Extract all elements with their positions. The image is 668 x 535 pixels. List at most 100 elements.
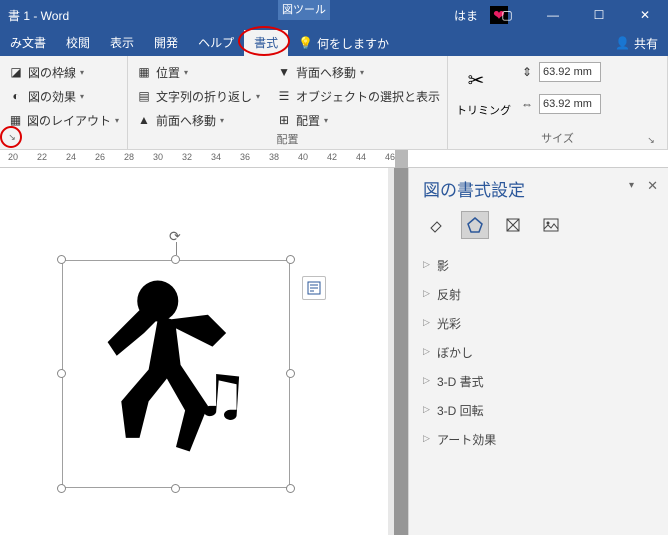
pentagon-icon [466, 216, 484, 234]
layout-options-icon [306, 280, 322, 296]
send-backward-button[interactable]: ▼ 背面へ移動 ▾ [276, 60, 440, 84]
effects-tab[interactable] [461, 211, 489, 239]
position-button[interactable]: ▦ 位置 ▾ [136, 60, 260, 84]
layout-props-tab[interactable] [499, 211, 527, 239]
rotate-handle[interactable]: ⟳ [169, 228, 183, 242]
selection-icon: ☰ [276, 88, 292, 104]
ruler-tick: 40 [298, 152, 308, 162]
pane-section[interactable]: 光彩 [423, 309, 654, 338]
picture-border-button[interactable]: ◪ 図の枠線 ▾ [8, 60, 119, 84]
pane-section[interactable]: 影 [423, 251, 654, 280]
chevron-down-icon: ▾ [80, 68, 84, 77]
minimize-button[interactable]: — [530, 0, 576, 30]
width-input[interactable]: 63.92 mm [539, 94, 601, 114]
chevron-down-icon: ▾ [115, 116, 119, 125]
effects-icon: ◐ [8, 88, 24, 104]
crop-button[interactable]: ✂ [456, 60, 496, 100]
tab-review[interactable]: 校閲 [56, 30, 100, 56]
pane-options-button[interactable]: ▾ [629, 180, 634, 191]
tab-mailings[interactable]: み文書 [0, 30, 56, 56]
picture-tab[interactable] [537, 211, 565, 239]
resize-handle-bl[interactable] [57, 484, 66, 493]
ruler-margin [395, 150, 408, 168]
page-shadow [388, 168, 394, 535]
backward-icon: ▼ [276, 64, 292, 80]
styles-dialog-launcher[interactable]: ↘ [6, 131, 18, 143]
tab-format[interactable]: 書式 [244, 30, 288, 56]
user-name: はま [454, 7, 478, 24]
tab-help[interactable]: ヘルプ [188, 30, 244, 56]
align-button[interactable]: ⊞ 配置 ▾ [276, 108, 440, 132]
layout-options-button[interactable] [302, 276, 326, 300]
crop-icon: ✂ [468, 68, 485, 93]
pane-section[interactable]: 3-D 回転 [423, 396, 654, 425]
pane-section[interactable]: 3-D 書式 [423, 367, 654, 396]
ruler-tick: 38 [269, 152, 279, 162]
horizontal-ruler[interactable]: 2022242628303234363840424446 [0, 150, 668, 168]
ruler-tick: 42 [327, 152, 337, 162]
size-icon [504, 216, 522, 234]
document-title: 書 1 - Word [8, 7, 69, 24]
forward-icon: ▲ [136, 112, 152, 128]
picture-icon [542, 216, 560, 234]
resize-handle-tr[interactable] [286, 255, 295, 264]
fill-line-tab[interactable] [423, 211, 451, 239]
bring-forward-button[interactable]: ▲ 前面へ移動 ▾ [136, 108, 260, 132]
share-button[interactable]: 👤 共有 [615, 35, 658, 52]
arrange-group-label: 配置 [136, 132, 439, 148]
tab-view[interactable]: 表示 [100, 30, 144, 56]
tell-me[interactable]: 💡 何をしますか [298, 35, 389, 52]
ruler-tick: 32 [182, 152, 192, 162]
position-label: 位置 [156, 64, 180, 81]
menu-bar: み文書 校閲 表示 開発 ヘルプ 書式 💡 何をしますか 👤 共有 [0, 30, 668, 56]
resize-handle-b[interactable] [171, 484, 180, 493]
document-canvas[interactable]: ⟳ [0, 168, 408, 535]
selected-image[interactable]: ⟳ [62, 260, 290, 488]
forward-label: 前面へ移動 [156, 112, 216, 129]
tab-developer[interactable]: 開発 [144, 30, 188, 56]
pane-title: 図の書式設定 [423, 176, 654, 201]
picture-effects-button[interactable]: ◐ 図の効果 ▾ [8, 84, 119, 108]
close-button[interactable]: ✕ [622, 0, 668, 30]
ruler-tick: 20 [8, 152, 18, 162]
pane-section[interactable]: 反射 [423, 280, 654, 309]
ruler-tick: 24 [66, 152, 76, 162]
size-dialog-launcher[interactable]: ↘ [645, 134, 657, 146]
paint-icon [428, 216, 446, 234]
bulb-icon: 💡 [298, 36, 313, 50]
wrap-text-button[interactable]: ▤ 文字列の折り返し ▾ [136, 84, 260, 108]
ruler-tick: 28 [124, 152, 134, 162]
maximize-button[interactable]: ☐ [576, 0, 622, 30]
picture-tools-tab[interactable]: 図ツール [278, 0, 330, 20]
pane-section[interactable]: アート効果 [423, 425, 654, 454]
resize-handle-br[interactable] [286, 484, 295, 493]
wrap-icon: ▤ [136, 88, 152, 104]
tell-me-label: 何をしますか [317, 35, 389, 52]
crop-label: トリミング [456, 102, 511, 118]
ruler-tick: 26 [95, 152, 105, 162]
border-icon: ◪ [8, 64, 24, 80]
resize-handle-t[interactable] [171, 255, 180, 264]
picture-layout-button[interactable]: ▦ 図のレイアウト ▾ [8, 108, 119, 132]
page-gap [394, 168, 408, 535]
ruler-tick: 44 [356, 152, 366, 162]
picture-effects-label: 図の効果 [28, 88, 76, 105]
selection-label: オブジェクトの選択と表示 [296, 88, 440, 105]
selection-pane-button[interactable]: ☰ オブジェクトの選択と表示 [276, 84, 440, 108]
tab-format-label: 書式 [254, 36, 278, 50]
pane-close-button[interactable]: ✕ [647, 178, 658, 194]
ribbon: ◪ 図の枠線 ▾ ◐ 図の効果 ▾ ▦ 図のレイアウト ▾ ↘ [0, 56, 668, 150]
height-input[interactable]: 63.92 mm [539, 62, 601, 82]
picture-layout-label: 図のレイアウト [27, 112, 111, 129]
title-bar: 書 1 - Word 図ツール はま ❤ ▢ — ☐ ✕ [0, 0, 668, 30]
backward-label: 背面へ移動 [296, 64, 356, 81]
pane-section[interactable]: ぼかし [423, 338, 654, 367]
wrap-label: 文字列の折り返し [156, 88, 252, 105]
ribbon-display-button[interactable]: ▢ [484, 0, 530, 30]
resize-handle-tl[interactable] [57, 255, 66, 264]
ruler-tick: 36 [240, 152, 250, 162]
ruler-tick: 46 [385, 152, 395, 162]
ruler-tick: 30 [153, 152, 163, 162]
resize-handle-r[interactable] [286, 369, 295, 378]
resize-handle-l[interactable] [57, 369, 66, 378]
